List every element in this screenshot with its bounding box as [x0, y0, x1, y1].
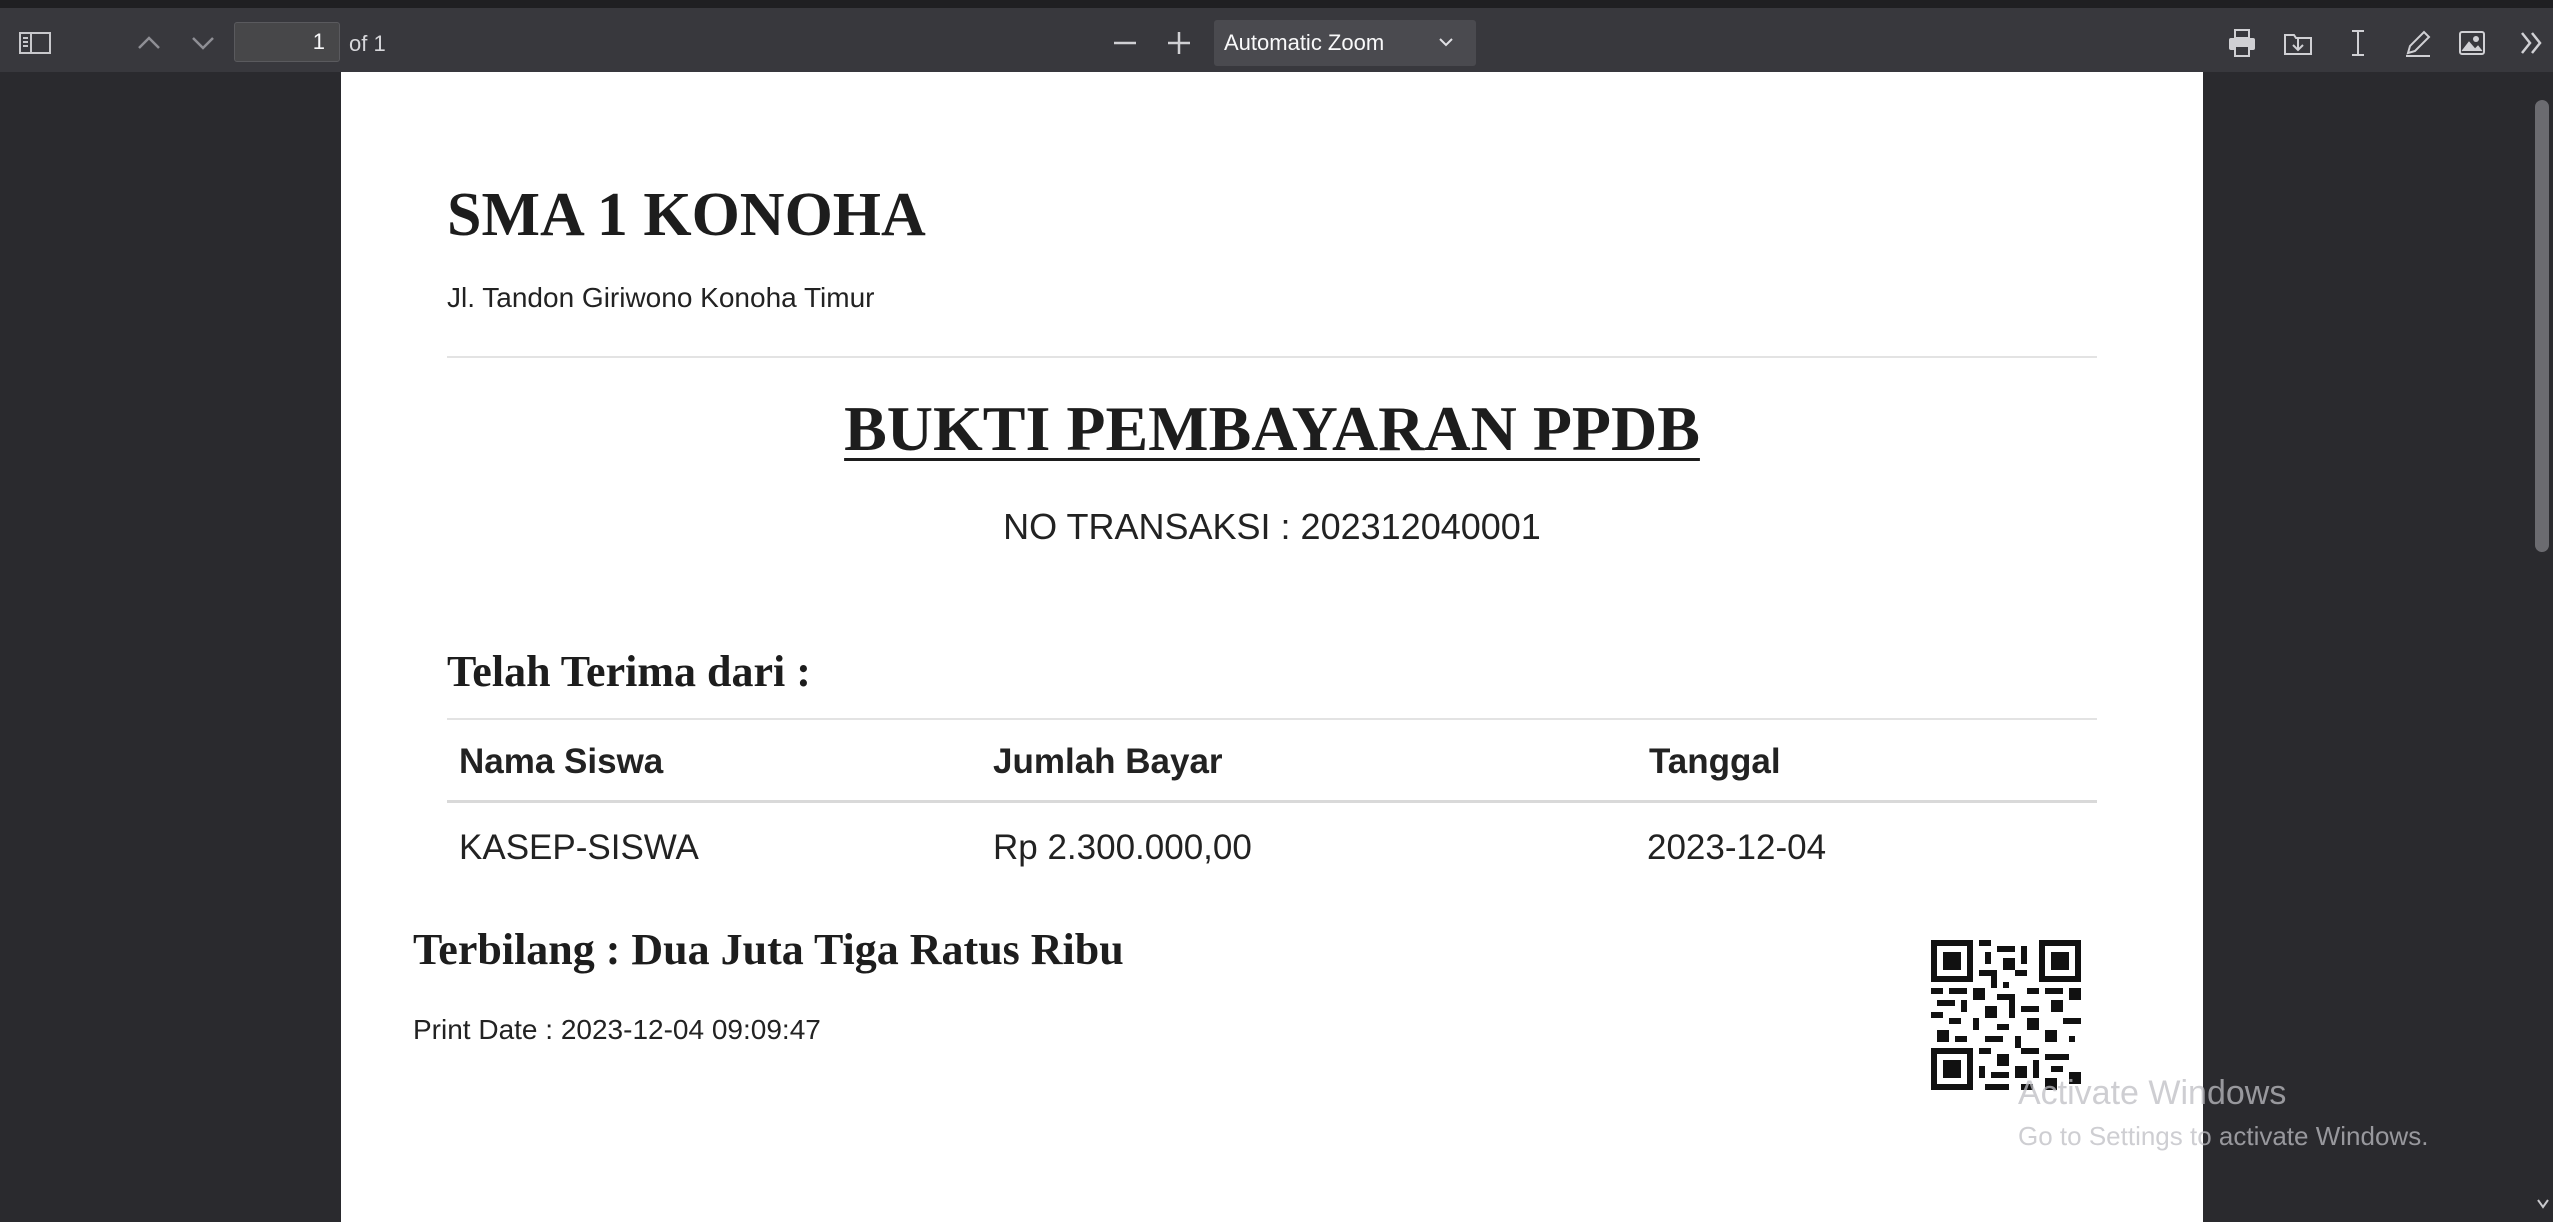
chevron-down-icon — [1439, 38, 1453, 47]
document-title: BUKTI PEMBAYARAN PPDB — [341, 392, 2203, 466]
divider — [447, 718, 2097, 720]
chevron-down-icon — [192, 37, 214, 50]
school-name: SMA 1 KONOHA — [447, 181, 926, 249]
save-button[interactable] — [2282, 26, 2314, 60]
image-tool-button[interactable] — [2456, 26, 2488, 60]
print-button[interactable] — [2226, 26, 2258, 60]
table-header-date: Tanggal — [1649, 742, 1781, 781]
table-cell-student-name: KASEP-SISWA — [459, 828, 699, 867]
draw-tool-button[interactable] — [2402, 26, 2434, 60]
watermark-title: Activate Windows — [2018, 1074, 2287, 1112]
scroll-down-arrow[interactable] — [2536, 1196, 2550, 1214]
table-cell-amount: Rp 2.300.000,00 — [993, 828, 1252, 867]
zoom-select-value: Automatic Zoom — [1224, 30, 1385, 55]
school-address: Jl. Tandon Giriwono Konoha Timur — [447, 282, 875, 313]
divider — [447, 356, 2097, 358]
table-header-student-name: Nama Siswa — [459, 742, 664, 781]
next-page-button[interactable] — [188, 26, 218, 60]
document-viewer[interactable]: SMA 1 KONOHA Jl. Tandon Giriwono Konoha … — [0, 72, 2553, 1222]
sidebar-toggle-button[interactable] — [18, 26, 52, 60]
received-from-heading: Telah Terima dari : — [447, 647, 811, 696]
sidebar-toggle-icon — [19, 32, 51, 54]
download-icon — [2284, 34, 2312, 55]
minus-icon — [1114, 41, 1136, 45]
windows-activation-watermark: Activate Windows Go to Settings to activ… — [2018, 1074, 2428, 1152]
double-chevron-right-icon — [2521, 32, 2542, 54]
vertical-scrollbar-thumb[interactable] — [2535, 100, 2549, 552]
chevron-down-icon — [2537, 1199, 2549, 1209]
print-icon — [2229, 29, 2255, 57]
zoom-out-button[interactable] — [1110, 26, 1140, 60]
print-date: Print Date : 2023-12-04 09:09:47 — [413, 1014, 821, 1045]
table-header-amount: Jumlah Bayar — [993, 742, 1223, 781]
watermark-subtitle: Go to Settings to activate Windows. — [2018, 1121, 2429, 1151]
more-tools-button[interactable] — [2516, 26, 2548, 60]
zoom-in-button[interactable] — [1164, 26, 1194, 60]
table-header-divider — [447, 800, 2097, 803]
chevron-up-icon — [138, 36, 160, 49]
amount-in-words: Terbilang : Dua Juta Tiga Ratus Ribu — [413, 925, 1124, 974]
zoom-select[interactable]: Automatic Zoom — [1214, 20, 1476, 66]
pdf-toolbar: 1 of 1 Automatic Zoom — [0, 0, 2553, 72]
pencil-icon — [2406, 30, 2431, 57]
table-cell-date: 2023-12-04 — [1647, 828, 1827, 867]
text-cursor-icon — [2352, 30, 2364, 56]
text-select-tool-button[interactable] — [2346, 26, 2370, 60]
page-number-input[interactable]: 1 — [234, 22, 340, 62]
document-title-text: BUKTI PEMBAYARAN PPDB — [844, 393, 1700, 464]
previous-page-button[interactable] — [134, 26, 164, 60]
qr-code — [1931, 940, 2081, 1090]
image-icon — [2459, 31, 2485, 55]
plus-icon — [1168, 32, 1190, 54]
pdf-page: SMA 1 KONOHA Jl. Tandon Giriwono Konoha … — [341, 72, 2203, 1222]
page-count-label: of 1 — [349, 31, 386, 56]
transaction-number: NO TRANSAKSI : 202312040001 — [1003, 506, 1541, 547]
